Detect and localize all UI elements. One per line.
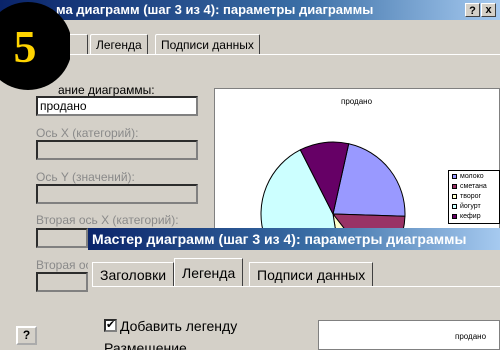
legend-label: йогурт: [460, 203, 481, 210]
front-chart-preview: продано: [318, 320, 500, 350]
badge-number: 5: [14, 21, 37, 72]
help-title-button[interactable]: ?: [465, 3, 480, 17]
legend-swatch: [452, 193, 457, 199]
legend-item: сметана: [452, 183, 487, 190]
close-button[interactable]: x: [481, 3, 496, 17]
legend-swatch: [452, 213, 457, 219]
title-bar: ма диаграмм (шаг 3 из 4): параметры диаг…: [0, 0, 500, 20]
tab-legend[interactable]: Легенда: [90, 34, 148, 54]
legend-swatch: [452, 203, 457, 209]
second-axis-x-label: Вторая ось X (категорий):: [36, 213, 179, 227]
front-tab-legend[interactable]: Легенда: [174, 258, 244, 286]
help-button[interactable]: ?: [16, 326, 37, 345]
legend-label: сметана: [460, 183, 487, 190]
axis-y-field[interactable]: [36, 184, 198, 204]
front-title-bar: Мастер диаграмм (шаг 3 из 4): параметры …: [88, 228, 500, 250]
legend-swatch: [452, 183, 457, 189]
step-badge: 5: [0, 2, 70, 90]
front-window-title: Мастер диаграмм (шаг 3 из 4): параметры …: [92, 231, 467, 247]
placement-label: Размещение: [104, 340, 187, 350]
axis-x-label: Ось X (категорий):: [36, 126, 139, 140]
front-tab-titles[interactable]: Заголовки: [92, 262, 175, 286]
axis-y-label: Ось Y (значений):: [36, 170, 135, 184]
legend-item: творог: [452, 193, 481, 200]
legend-item: молоко: [452, 173, 484, 180]
tab-data-labels[interactable]: Подписи данных: [155, 34, 260, 54]
window-title: ма диаграмм (шаг 3 из 4): параметры диаг…: [56, 2, 374, 17]
legend-swatch: [452, 173, 457, 179]
add-legend-label: Добавить легенду: [120, 318, 238, 334]
chart-legend: молоко сметана творог йогурт кефир: [448, 170, 500, 224]
front-tab-data-labels[interactable]: Подписи данных: [249, 262, 374, 286]
legend-item: йогурт: [452, 203, 481, 210]
chart-title-label: ание диаграммы:: [58, 83, 155, 97]
second-axis-x-field[interactable]: [36, 228, 88, 248]
add-legend-checkbox[interactable]: ✔: [104, 319, 117, 332]
front-preview-title: продано: [455, 332, 487, 341]
second-axis-y-field[interactable]: [36, 272, 88, 292]
chart-wizard-dialog-front: Мастер диаграмм (шаг 3 из 4): параметры …: [88, 228, 500, 350]
legend-label: молоко: [460, 173, 484, 180]
legend-label: творог: [460, 193, 482, 200]
tab-titles[interactable]: [68, 34, 88, 54]
legend-label: кефир: [460, 213, 481, 220]
legend-item: кефир: [452, 213, 481, 220]
axis-x-field[interactable]: [36, 140, 198, 160]
